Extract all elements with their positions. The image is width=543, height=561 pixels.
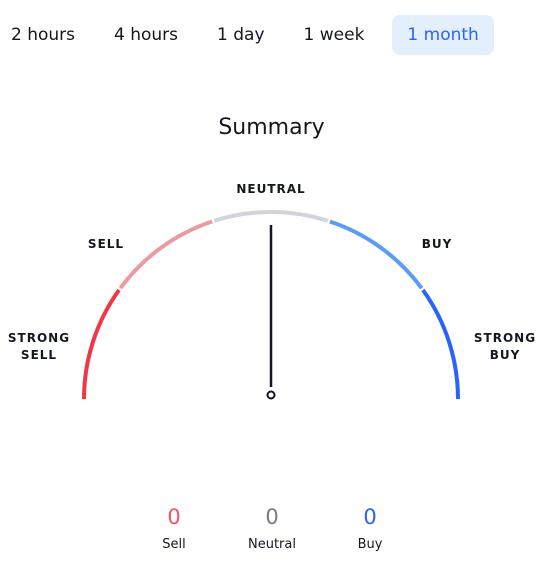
count-neutral: 0 Neutral bbox=[222, 503, 322, 555]
count-buy-label: Buy bbox=[357, 537, 383, 552]
label-neutral: NEUTRAL bbox=[236, 182, 306, 196]
label-sell: SELL bbox=[87, 237, 125, 251]
gauge-segment-strong-sell bbox=[82, 288, 121, 400]
count-buy: 0 Buy bbox=[320, 503, 420, 555]
gauge-segment-strong-buy bbox=[421, 288, 460, 400]
gauge-segment-buy bbox=[329, 219, 424, 290]
count-neutral-label: Neutral bbox=[248, 537, 296, 552]
label-strong-sell-line1: STRONG bbox=[7, 331, 71, 345]
label-strong-buy: STRONG BUY bbox=[470, 330, 540, 364]
gauge-segment-sell bbox=[118, 219, 213, 290]
count-sell-value: 0 bbox=[167, 505, 181, 529]
count-buy-value: 0 bbox=[363, 505, 377, 529]
gauge-segment-neutral bbox=[213, 210, 329, 223]
label-strong-sell: STRONG SELL bbox=[4, 330, 74, 364]
label-strong-buy-line1: STRONG bbox=[473, 331, 537, 345]
count-neutral-value: 0 bbox=[265, 505, 279, 529]
count-sell-label: Sell bbox=[162, 537, 186, 552]
label-buy: BUY bbox=[421, 237, 453, 251]
label-strong-buy-line2: BUY bbox=[489, 348, 521, 362]
label-strong-sell-line2: SELL bbox=[20, 348, 58, 362]
gauge-pivot bbox=[266, 390, 276, 400]
summary-gauge bbox=[82, 210, 460, 400]
count-sell: 0 Sell bbox=[124, 503, 224, 555]
